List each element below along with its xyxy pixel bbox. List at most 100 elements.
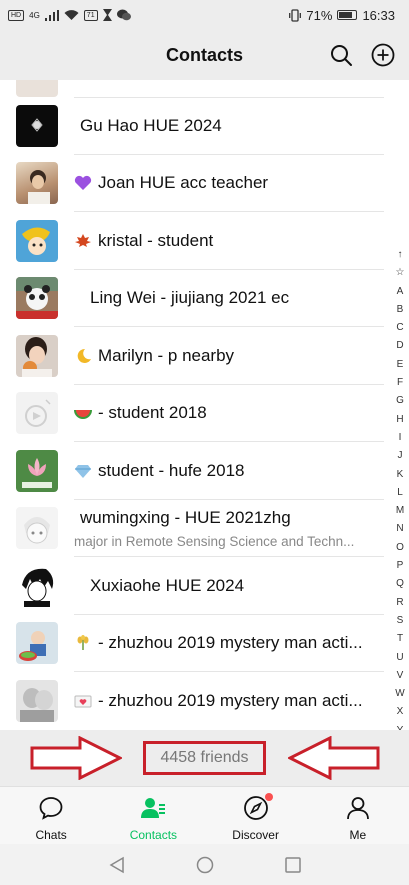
- tab-me[interactable]: Me: [307, 787, 409, 844]
- clock-time: 16:33: [362, 7, 395, 23]
- index-letter[interactable]: L: [397, 484, 403, 502]
- index-letter[interactable]: G: [396, 392, 404, 410]
- avatar: [16, 507, 58, 550]
- status-left-icons: HD 4G 71: [8, 9, 131, 21]
- contact-subtitle: major in Remote Sensing Science and Tech…: [74, 533, 355, 549]
- list-item[interactable]: kristal - student: [0, 212, 384, 270]
- index-letter[interactable]: U: [396, 649, 403, 667]
- tab-discover[interactable]: Discover: [205, 787, 307, 844]
- avatar: [16, 104, 58, 147]
- notification-dot: [264, 793, 273, 801]
- recents-icon[interactable]: [284, 856, 302, 874]
- wechat-icon: [116, 9, 131, 21]
- avatar: [16, 162, 58, 205]
- right-arrow-annotation-icon: [288, 736, 380, 780]
- list-item[interactable]: - student 2018: [0, 385, 384, 442]
- status-right: 71% 16:33: [289, 8, 395, 23]
- index-letter[interactable]: H: [396, 411, 403, 429]
- index-letter[interactable]: ↑: [398, 246, 403, 264]
- contact-name: Xuxiaohe HUE 2024: [90, 575, 245, 595]
- index-letter[interactable]: W: [395, 685, 404, 703]
- list-item[interactable]: Ling Wei - jiujiang 2021 ec: [0, 270, 384, 327]
- search-icon[interactable]: [329, 43, 353, 67]
- index-letter[interactable]: B: [397, 301, 404, 319]
- avatar: [16, 80, 58, 97]
- index-letter[interactable]: D: [396, 337, 403, 355]
- maple-leaf-icon: [75, 233, 91, 247]
- page-title: Contacts: [165, 44, 243, 65]
- contact-name: - zhuzhou 2019 mystery man acti...: [98, 690, 363, 710]
- list-item[interactable]: Marilyn - p nearby: [0, 327, 384, 385]
- chat-bubble-icon: [39, 797, 63, 820]
- index-letter[interactable]: J: [398, 447, 403, 465]
- contact-list[interactable]: Gu Hao HUE 2024 Joan HUE acc teacher kri…: [0, 80, 409, 730]
- contact-name: Marilyn - p nearby: [98, 345, 235, 365]
- index-letter[interactable]: A: [397, 283, 404, 301]
- vibrate-icon: [289, 8, 302, 22]
- avatar: [16, 219, 58, 262]
- contacts-icon: [141, 798, 166, 818]
- tab-label: Me: [349, 828, 367, 842]
- index-letter[interactable]: ☆: [396, 264, 405, 282]
- home-icon[interactable]: [196, 856, 214, 874]
- diamond-icon: [75, 464, 91, 478]
- list-item[interactable]: Joan HUE acc teacher: [0, 155, 384, 212]
- index-letter[interactable]: E: [397, 356, 404, 374]
- battery-percent: 71%: [306, 7, 333, 23]
- person-icon: [346, 797, 369, 820]
- list-item[interactable]: - zhuzhou 2019 mystery man acti...: [0, 672, 384, 730]
- contact-name: kristal - student: [98, 230, 214, 250]
- left-arrow-annotation-icon: [30, 736, 122, 780]
- battery-icon: [337, 10, 358, 20]
- contact-name: - zhuzhou 2019 mystery man acti...: [98, 633, 363, 653]
- hd-indicator: HD: [8, 9, 25, 21]
- index-letter[interactable]: X: [397, 703, 404, 721]
- list-item[interactable]: student - hufe 2018: [0, 442, 384, 500]
- index-letter[interactable]: O: [396, 539, 404, 557]
- heart-letter-icon: [74, 695, 92, 708]
- avatar: [16, 334, 58, 377]
- list-item-partial[interactable]: [0, 80, 384, 98]
- index-letter[interactable]: S: [397, 612, 404, 630]
- list-item[interactable]: Gu Hao HUE 2024: [0, 97, 384, 155]
- purple-heart-icon: [74, 176, 92, 191]
- system-nav-bar: [0, 844, 409, 885]
- index-letter[interactable]: R: [396, 594, 403, 612]
- list-item[interactable]: wumingxing - HUE 2021zhg major in Remote…: [0, 500, 384, 557]
- index-letter[interactable]: V: [397, 667, 404, 685]
- back-icon[interactable]: [108, 856, 126, 874]
- index-letter[interactable]: Y: [397, 722, 404, 730]
- index-letter[interactable]: N: [396, 520, 403, 538]
- list-item[interactable]: Xuxiaohe HUE 2024: [0, 557, 384, 615]
- tab-chats[interactable]: Chats: [0, 787, 102, 844]
- index-letter[interactable]: I: [399, 429, 402, 447]
- notification-badge: 71: [83, 9, 98, 21]
- avatar: [16, 392, 58, 435]
- index-letter[interactable]: C: [396, 319, 403, 337]
- index-letter[interactable]: P: [397, 557, 404, 575]
- add-contact-icon[interactable]: [371, 43, 395, 67]
- watermelon-icon: [74, 410, 92, 420]
- wifi-icon: [64, 9, 79, 20]
- index-letter[interactable]: T: [397, 630, 403, 648]
- tab-contacts[interactable]: Contacts: [102, 787, 204, 844]
- status-bar: HD 4G 71 71% 16:33: [0, 0, 409, 30]
- header: Contacts: [0, 30, 409, 80]
- friend-count: 4458 friends: [143, 741, 266, 775]
- avatar: [16, 564, 58, 607]
- index-letter[interactable]: F: [397, 374, 403, 392]
- tab-label: Chats: [35, 828, 67, 842]
- avatar: [16, 679, 58, 722]
- contact-name: Ling Wei - jiujiang 2021 ec: [90, 288, 290, 308]
- contact-name: Joan HUE acc teacher: [98, 173, 269, 193]
- bottom-tab-bar: Chats Contacts Discover Me: [0, 786, 409, 844]
- contact-name: Gu Hao HUE 2024: [80, 115, 222, 135]
- list-item[interactable]: - zhuzhou 2019 mystery man acti...: [0, 615, 384, 672]
- index-letter[interactable]: K: [397, 466, 404, 484]
- alphabet-index[interactable]: ↑☆ABCDEFGHIJKLMNOPQRSTUVWXYZ#: [393, 246, 407, 730]
- index-letter[interactable]: Q: [396, 575, 404, 593]
- tab-label: Contacts: [129, 828, 178, 842]
- signal-icon: [44, 9, 59, 21]
- avatar: [16, 277, 58, 320]
- index-letter[interactable]: M: [396, 502, 404, 520]
